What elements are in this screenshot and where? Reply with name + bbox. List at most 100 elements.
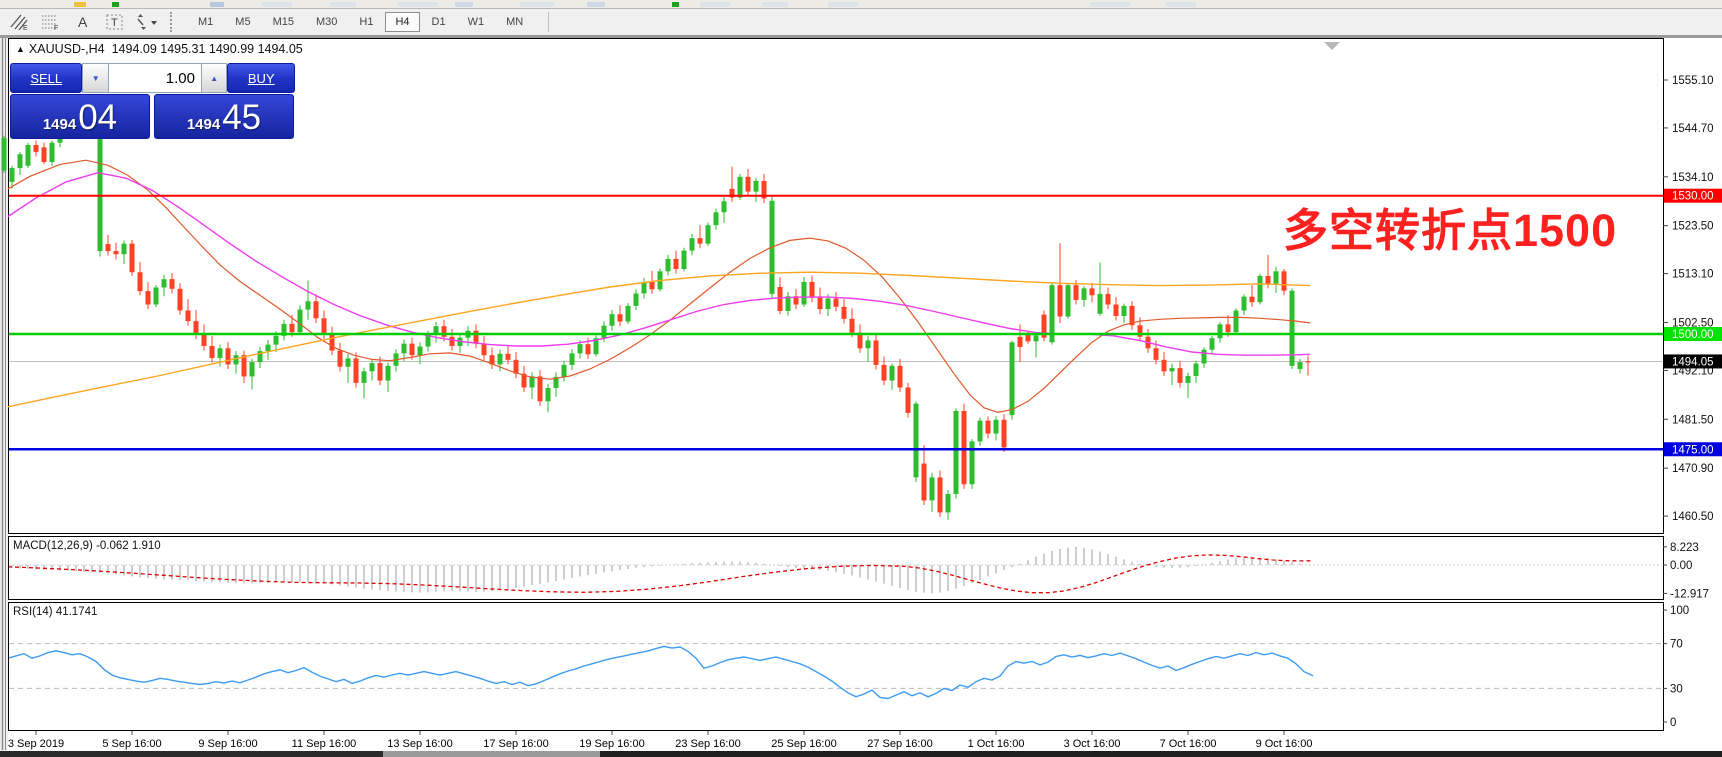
timeframe-button-mn[interactable]: MN — [496, 12, 533, 32]
arrow-style-tool-icon[interactable] — [134, 11, 160, 33]
candle-body — [218, 348, 223, 358]
sell-price-box[interactable]: 1494 04 — [10, 94, 150, 139]
macd-axis-label: -12.917 — [1670, 588, 1709, 600]
candle-body — [754, 181, 759, 192]
candle-body — [690, 238, 695, 250]
candle-body — [530, 376, 535, 387]
candle-body — [1242, 297, 1247, 311]
candle-body — [138, 272, 143, 291]
candle-body — [1266, 276, 1271, 284]
candle-body — [482, 344, 487, 356]
buy-price-big: 45 — [222, 98, 261, 138]
chart-annotation-text[interactable]: 多空转折点1500 — [1283, 194, 1617, 259]
candle-body — [290, 324, 295, 332]
volume-decrease-button[interactable]: ▼ — [82, 63, 108, 93]
candle-body — [354, 358, 359, 382]
candle-body — [674, 259, 679, 269]
buy-price-box[interactable]: 1494 45 — [154, 94, 294, 139]
candle-body — [122, 244, 127, 255]
candle-body — [818, 298, 823, 310]
toolbar-strip-fragment — [330, 2, 356, 7]
candle-body — [938, 477, 943, 512]
candle-body — [1234, 311, 1239, 333]
sell-button[interactable]: SELL — [10, 63, 82, 93]
macd-axis-label: 8.223 — [1670, 542, 1699, 554]
volume-input[interactable] — [109, 63, 201, 93]
collapse-triangle-icon[interactable]: ▲ — [16, 44, 25, 54]
rsi-axis-label: 30 — [1670, 683, 1683, 695]
toolbar-strip-fragment — [672, 2, 679, 7]
candle-body — [274, 336, 279, 345]
candle-body — [1002, 420, 1007, 448]
candle-body — [226, 348, 231, 364]
bottom-strip-segment — [383, 751, 600, 757]
svg-text:F: F — [54, 25, 58, 31]
candle-body — [98, 121, 103, 251]
candle-body — [242, 355, 247, 376]
trendline-tool-icon[interactable]: E — [6, 11, 32, 33]
candle-body — [906, 387, 911, 412]
timeframe-button-m15[interactable]: M15 — [263, 12, 304, 32]
toolbar-strip-fragment — [262, 2, 292, 7]
timeframe-button-h4[interactable]: H4 — [385, 12, 419, 32]
candle-body — [1090, 288, 1095, 295]
bottom-strip-segment — [600, 751, 1722, 757]
candle-body — [1194, 364, 1199, 376]
candle-body — [866, 340, 871, 348]
timeframe-button-m1[interactable]: M1 — [188, 12, 223, 32]
candle-body — [1058, 285, 1063, 316]
candle-body — [418, 346, 423, 355]
timeframe-button-w1[interactable]: W1 — [458, 12, 495, 32]
time-axis-label: 19 Sep 16:00 — [579, 738, 644, 750]
text-label-tool-icon[interactable]: A — [70, 11, 96, 33]
timeframe-button-m5[interactable]: M5 — [225, 12, 260, 32]
time-axis-label: 17 Sep 16:00 — [483, 738, 548, 750]
candle-body — [1114, 305, 1119, 317]
candle-body — [338, 351, 343, 367]
dropdown-caret-icon — [151, 21, 157, 25]
time-axis-label: 11 Sep 16:00 — [292, 738, 357, 750]
toolbar-strip-fragment — [1090, 2, 1130, 7]
candle-body — [10, 168, 15, 182]
time-axis-label: 9 Sep 16:00 — [198, 738, 257, 750]
candle-body — [1202, 350, 1207, 364]
candle-body — [962, 411, 967, 484]
text-box-tool-icon[interactable]: T — [102, 11, 128, 33]
chart-header: ▲XAUUSD-,H4 1494.09 1495.31 1490.99 1494… — [16, 42, 303, 56]
candle-body — [1258, 276, 1263, 302]
time-axis-label: 25 Sep 16:00 — [771, 738, 836, 750]
toolbar-grip[interactable] — [170, 12, 179, 32]
candle-body — [1154, 348, 1159, 360]
candle-body — [2, 138, 7, 170]
candle-body — [370, 363, 375, 371]
candle-body — [786, 296, 791, 311]
candle-body — [970, 441, 975, 484]
buy-button[interactable]: BUY — [227, 63, 295, 93]
time-axis-label: 13 Sep 16:00 — [387, 738, 452, 750]
sell-price-big: 04 — [78, 98, 117, 138]
candle-body — [626, 306, 631, 322]
candle-body — [506, 354, 511, 360]
candle-body — [850, 319, 855, 333]
candle-body — [402, 344, 407, 354]
timeframe-button-d1[interactable]: D1 — [422, 12, 456, 32]
candle-body — [890, 366, 895, 381]
candle-body — [114, 251, 119, 254]
svg-text:E: E — [23, 25, 28, 31]
candle-body — [1298, 362, 1303, 369]
price-axis-label: 1470.90 — [1672, 463, 1714, 475]
candle-body — [1178, 368, 1183, 383]
current-price-badge-label: 1494.05 — [1672, 356, 1714, 368]
timeframe-button-h1[interactable]: H1 — [349, 12, 383, 32]
candle-body — [386, 366, 391, 381]
toolbar: E F A T M1M5M15M30H1H4D1W1MN — [0, 9, 1722, 35]
fibonacci-tool-icon[interactable]: F — [38, 11, 64, 33]
timeframe-bar: M1M5M15M30H1H4D1W1MN — [187, 9, 534, 35]
volume-increase-button[interactable]: ▲ — [201, 63, 227, 93]
toolbar-separator — [548, 12, 549, 32]
candle-body — [1106, 294, 1111, 305]
candle-body — [778, 287, 783, 311]
timeframe-button-m30[interactable]: M30 — [306, 12, 347, 32]
candle-body — [1186, 376, 1191, 383]
toolbar-strip-fragment — [762, 2, 788, 7]
